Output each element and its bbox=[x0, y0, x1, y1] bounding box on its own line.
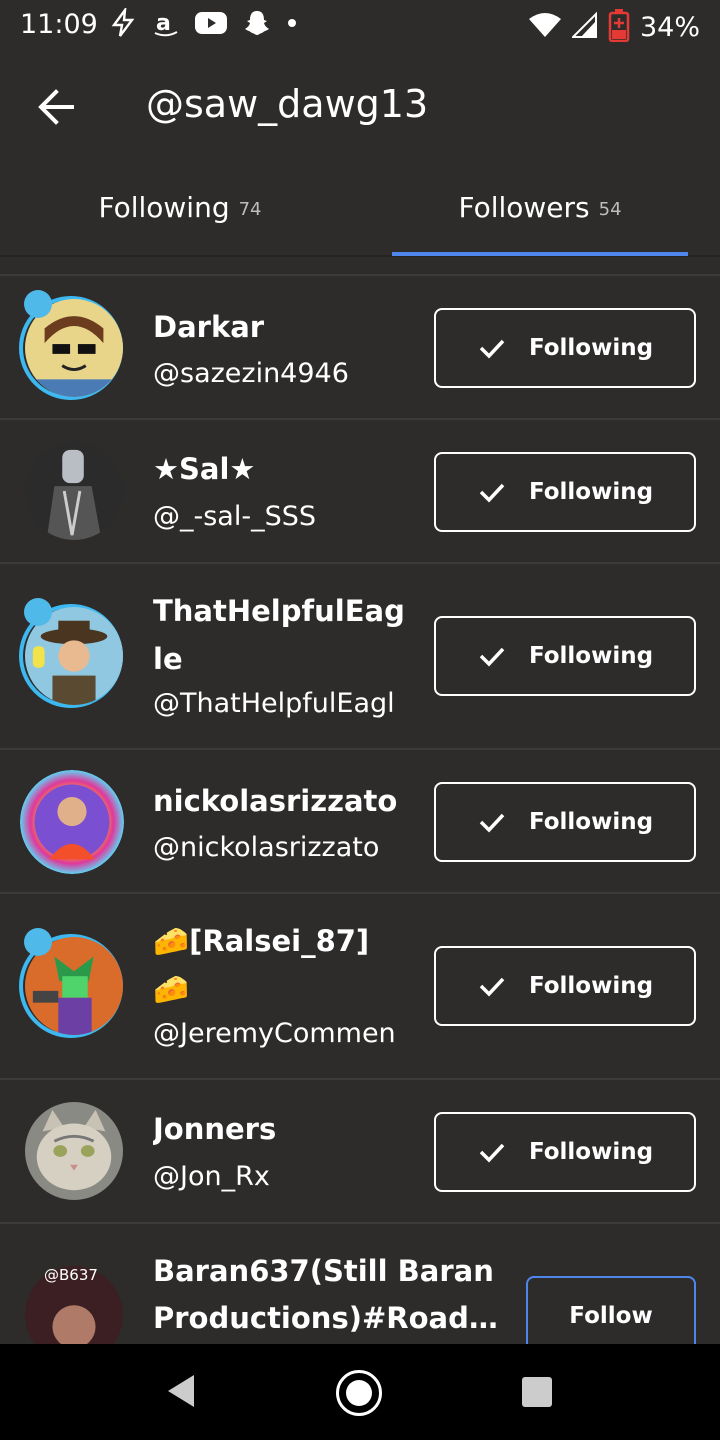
svg-text:a: a bbox=[156, 11, 171, 36]
user-display-name: Baran637(Still Baran bbox=[153, 1254, 494, 1288]
youtube-icon bbox=[194, 10, 228, 43]
check-icon bbox=[479, 647, 505, 667]
dot-icon bbox=[286, 8, 298, 45]
following-button[interactable]: Following bbox=[434, 782, 696, 862]
user-display-name-cont: 🧀 bbox=[153, 972, 190, 1006]
app-bar: @saw_dawg13 bbox=[0, 52, 720, 160]
avatar-image-icon bbox=[25, 1102, 123, 1200]
user-handle: @_-sal-_SSS bbox=[153, 501, 317, 532]
user-display-name: ThatHelpfulEag bbox=[153, 594, 405, 628]
tab-followers-label: Followers bbox=[458, 191, 590, 224]
following-button-label: Following bbox=[528, 479, 654, 505]
nav-back-icon[interactable] bbox=[164, 1372, 198, 1410]
user-display-name: Jonners bbox=[153, 1112, 277, 1146]
check-icon bbox=[479, 1143, 505, 1163]
followers-list[interactable]: Darkar @sazezin4946 Following ★Sal★ @_-s… bbox=[0, 274, 720, 1344]
wifi-icon bbox=[528, 11, 562, 43]
user-display-name: ★Sal★ bbox=[153, 452, 256, 486]
user-display-name: 🧀[Ralsei_87] bbox=[153, 924, 370, 958]
user-display-name-cont: Productions)#Road… bbox=[153, 1301, 498, 1335]
avatar-label: @B637 bbox=[44, 1266, 98, 1284]
system-status: 34% bbox=[528, 8, 700, 46]
battery-icon bbox=[608, 8, 630, 46]
user-handle: @ThatHelpfulEagl bbox=[153, 688, 395, 719]
check-icon bbox=[479, 813, 505, 833]
status-bar: 11:09 a 34% bbox=[0, 0, 720, 52]
following-button[interactable]: Following bbox=[434, 946, 696, 1026]
nav-recents-icon[interactable] bbox=[522, 1377, 552, 1407]
back-arrow-icon bbox=[38, 89, 74, 125]
list-item[interactable]: ★Sal★ @_-sal-_SSS Following bbox=[0, 420, 720, 564]
following-button-label: Following bbox=[528, 335, 654, 361]
following-button[interactable]: Following bbox=[434, 616, 696, 696]
signal-icon bbox=[570, 11, 598, 43]
tab-bar: Following 74 Followers 54 bbox=[0, 160, 720, 257]
following-button-label: Following bbox=[528, 973, 654, 999]
list-item[interactable]: @B637 Baran637(Still Baran Productions)#… bbox=[0, 1224, 720, 1344]
tab-followers[interactable]: Followers 54 bbox=[392, 160, 688, 255]
follow-button[interactable]: Follow bbox=[526, 1276, 696, 1344]
follow-button-label: Follow bbox=[569, 1303, 653, 1329]
following-button-label: Following bbox=[528, 1139, 654, 1165]
nav-home-inner bbox=[346, 1380, 372, 1406]
badge-icon bbox=[24, 290, 52, 318]
list-item[interactable]: ThatHelpfulEag le @ThatHelpfulEagl Follo… bbox=[0, 564, 720, 750]
amazon-icon: a bbox=[152, 8, 180, 45]
check-icon bbox=[479, 483, 505, 503]
avatar-image-icon bbox=[25, 442, 123, 540]
tab-followers-count: 54 bbox=[598, 199, 622, 220]
badge-icon bbox=[24, 598, 52, 626]
badge-icon bbox=[24, 928, 52, 956]
list-item[interactable]: nickolasrizzato @nickolasrizzato Followi… bbox=[0, 750, 720, 894]
notification-icons: a bbox=[108, 5, 298, 45]
avatar[interactable] bbox=[20, 770, 124, 874]
tab-following[interactable]: Following 74 bbox=[0, 160, 360, 255]
user-handle: @nickolasrizzato bbox=[153, 832, 380, 863]
user-handle: @sazezin4946 bbox=[153, 358, 349, 389]
nav-home-icon[interactable] bbox=[336, 1370, 382, 1416]
list-item[interactable]: Jonners @Jon_Rx Following bbox=[0, 1080, 720, 1224]
flash-icon bbox=[108, 5, 138, 45]
user-handle: @JeremyCommen bbox=[153, 1018, 396, 1049]
avatar-image-icon bbox=[20, 770, 124, 874]
back-button[interactable] bbox=[32, 82, 82, 132]
user-display-name: nickolasrizzato bbox=[153, 784, 398, 818]
check-icon bbox=[479, 339, 505, 359]
following-button[interactable]: Following bbox=[434, 452, 696, 532]
check-icon bbox=[479, 977, 505, 997]
status-time: 11:09 bbox=[20, 9, 98, 40]
user-display-name-cont: le bbox=[153, 642, 183, 676]
avatar[interactable] bbox=[25, 1102, 123, 1200]
snapchat-icon bbox=[242, 8, 272, 45]
list-item[interactable]: Darkar @sazezin4946 Following bbox=[0, 276, 720, 420]
system-nav-bar bbox=[0, 1344, 720, 1440]
following-button[interactable]: Following bbox=[434, 308, 696, 388]
following-button-label: Following bbox=[528, 809, 654, 835]
page-title: @saw_dawg13 bbox=[146, 82, 429, 126]
user-display-name: Darkar bbox=[153, 310, 265, 344]
following-button[interactable]: Following bbox=[434, 1112, 696, 1192]
tab-following-count: 74 bbox=[238, 199, 262, 220]
active-tab-indicator bbox=[392, 252, 688, 256]
avatar[interactable] bbox=[25, 442, 123, 540]
list-item[interactable]: 🧀[Ralsei_87] 🧀 @JeremyCommen Following bbox=[0, 894, 720, 1080]
tab-following-label: Following bbox=[98, 191, 230, 224]
user-handle: @Jon_Rx bbox=[153, 1161, 270, 1192]
following-button-label: Following bbox=[528, 643, 654, 669]
battery-percent: 34% bbox=[639, 11, 700, 43]
